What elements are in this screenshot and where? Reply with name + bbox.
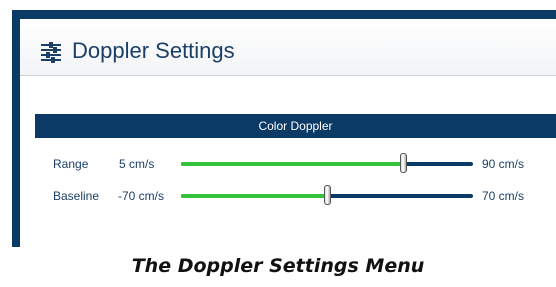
range-slider-thumb[interactable] — [400, 153, 407, 173]
range-slider-fill — [181, 162, 403, 166]
doppler-settings-panel: Doppler Settings Color Doppler Range 5 c… — [20, 19, 556, 247]
page-title: Doppler Settings — [72, 38, 235, 63]
setting-row-range: Range 5 cm/s 90 cm/s — [20, 153, 556, 175]
baseline-slider-thumb[interactable] — [324, 185, 331, 205]
baseline-slider-fill — [181, 194, 327, 198]
range-max-label: 90 cm/s — [482, 157, 525, 171]
baseline-label: Baseline — [53, 189, 100, 203]
setting-row-baseline: Baseline -70 cm/s 70 cm/s — [20, 185, 556, 207]
range-slider[interactable] — [181, 153, 473, 173]
sliders-icon — [40, 41, 62, 63]
baseline-max-label: 70 cm/s — [482, 189, 525, 203]
page: Doppler Settings Color Doppler Range 5 c… — [0, 0, 556, 287]
baseline-min-label: -70 cm/s — [118, 189, 165, 203]
section-header-color-doppler: Color Doppler — [35, 114, 556, 138]
baseline-slider[interactable] — [181, 185, 473, 205]
range-min-label: 5 cm/s — [119, 157, 155, 171]
figure-caption: The Doppler Settings Menu — [131, 255, 425, 277]
panel-header: Doppler Settings — [20, 19, 556, 76]
range-label: Range — [53, 157, 89, 171]
